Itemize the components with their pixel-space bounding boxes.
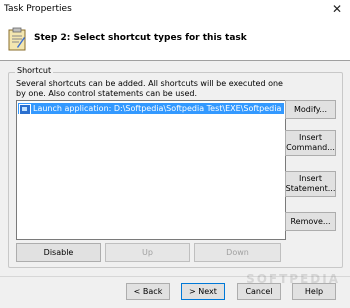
application-icon xyxy=(19,104,31,114)
wizard-header: Step 2: Select shortcut types for this t… xyxy=(0,20,350,61)
list-item-label: Launch application: D:\Softpedia\Softped… xyxy=(33,104,284,113)
shortcut-list[interactable]: Launch application: D:\Softpedia\Softped… xyxy=(16,100,286,240)
shortcut-legend: Shortcut xyxy=(15,66,54,75)
help-button[interactable]: Help xyxy=(292,283,336,300)
shortcut-description: Several shortcuts can be added. All shor… xyxy=(16,79,283,98)
step-heading: Step 2: Select shortcut types for this t… xyxy=(34,33,247,43)
up-button[interactable]: Up xyxy=(105,243,190,262)
down-button[interactable]: Down xyxy=(194,243,281,262)
insert-command-button[interactable]: Insert Command... xyxy=(285,130,336,156)
next-button[interactable]: > Next xyxy=(181,283,225,300)
close-icon[interactable]: ✕ xyxy=(332,2,342,16)
cancel-button[interactable]: Cancel xyxy=(237,283,281,300)
clipboard-icon xyxy=(8,27,26,51)
shortcut-groupbox: Shortcut Several shortcuts can be added.… xyxy=(8,66,343,268)
disable-button[interactable]: Disable xyxy=(16,243,101,262)
title-bar: Task Properties ✕ xyxy=(0,0,350,20)
modify-button[interactable]: Modify... xyxy=(285,100,336,119)
insert-statement-button[interactable]: Insert Statement... xyxy=(285,171,336,197)
back-button[interactable]: < Back xyxy=(126,283,170,300)
list-item[interactable]: Launch application: D:\Softpedia\Softped… xyxy=(18,103,284,114)
remove-button[interactable]: Remove... xyxy=(285,212,336,231)
window-title: Task Properties xyxy=(4,4,72,14)
